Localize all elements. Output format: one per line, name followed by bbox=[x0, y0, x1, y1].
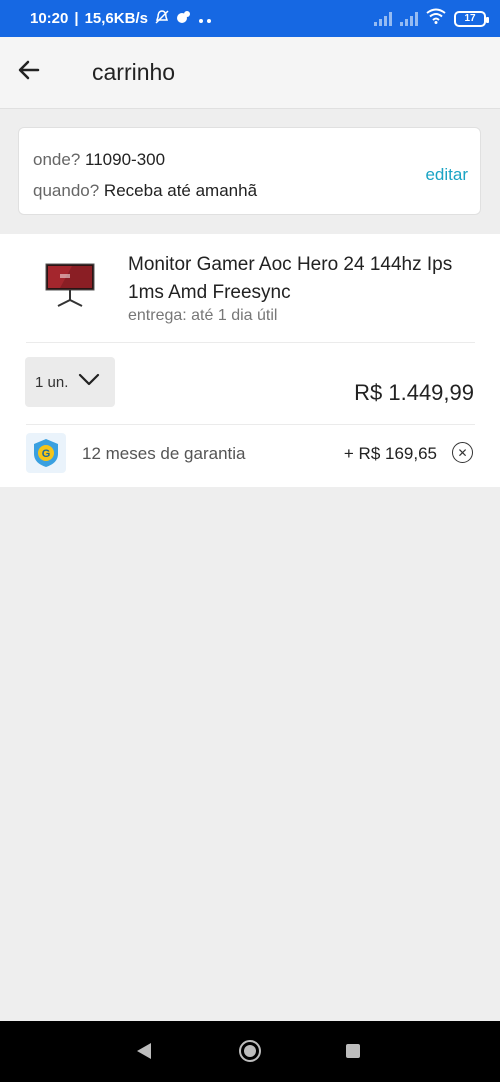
when-value: Receba até amanhã bbox=[103, 181, 258, 200]
where-label: onde? bbox=[33, 150, 81, 169]
page-title: carrinho bbox=[92, 59, 176, 85]
back-button[interactable] bbox=[0, 37, 58, 109]
nav-home-icon[interactable] bbox=[239, 1040, 261, 1062]
status-speed: 15,6KB/s bbox=[84, 10, 148, 27]
delivery-card: onde? 11090-300 quando? Receba até amanh… bbox=[18, 127, 481, 215]
svg-text:G: G bbox=[42, 448, 51, 460]
product-name[interactable]: Monitor Gamer Aoc Hero 24 144hz Ips 1ms … bbox=[128, 251, 468, 307]
nav-recents-icon[interactable] bbox=[346, 1044, 360, 1058]
product-price: R$ 1.449,99 bbox=[354, 380, 474, 405]
remove-warranty-button[interactable]: ✕ bbox=[452, 442, 473, 463]
product-image[interactable] bbox=[42, 260, 98, 310]
product-delivery: entrega: até 1 dia útil bbox=[128, 307, 278, 324]
status-time: 10:20 bbox=[30, 10, 69, 27]
nav-back-icon[interactable] bbox=[137, 1043, 151, 1059]
divider bbox=[26, 424, 475, 425]
delivery-where: onde? 11090-300 bbox=[33, 150, 165, 170]
status-bar: 10:20 | 15,6KB/s 17 bbox=[0, 0, 500, 37]
edit-delivery-link[interactable]: editar bbox=[425, 165, 468, 185]
quantity-select[interactable]: 1 un. bbox=[25, 357, 115, 407]
battery-level: 17 bbox=[464, 13, 476, 24]
warranty-price: + R$ 169,65 bbox=[343, 444, 437, 463]
divider bbox=[26, 342, 475, 343]
app-bar: carrinho bbox=[0, 37, 500, 109]
app-icon bbox=[176, 9, 192, 28]
arrow-left-icon bbox=[17, 58, 41, 87]
delivery-when: quando? Receba até amanhã bbox=[33, 181, 257, 201]
quantity-value: 1 un. bbox=[35, 373, 69, 391]
cart-item: Monitor Gamer Aoc Hero 24 144hz Ips 1ms … bbox=[0, 234, 500, 487]
signal-icon bbox=[400, 11, 418, 26]
warranty-icon: G bbox=[26, 433, 66, 473]
more-icon bbox=[198, 11, 212, 27]
wifi-icon bbox=[426, 8, 446, 29]
when-label: quando? bbox=[33, 181, 100, 200]
close-icon: ✕ bbox=[457, 445, 468, 460]
chevron-down-icon bbox=[78, 373, 100, 391]
mute-icon bbox=[154, 9, 170, 28]
system-nav-bar bbox=[0, 1021, 500, 1082]
where-value: 11090-300 bbox=[85, 150, 166, 169]
warranty-label: 12 meses de garantia bbox=[82, 444, 246, 463]
signal-icon bbox=[374, 11, 392, 26]
battery-icon: 17 bbox=[454, 10, 489, 27]
